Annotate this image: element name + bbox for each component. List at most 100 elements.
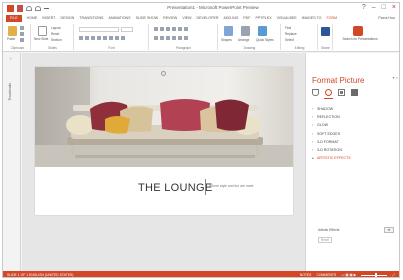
tab-home[interactable]: HOME [27, 15, 38, 22]
size-properties-icon[interactable] [338, 89, 345, 96]
shapes-icon[interactable] [224, 26, 233, 36]
arrange-button-label[interactable]: Arrange [238, 38, 249, 42]
comments-button[interactable]: COMMENTS [316, 273, 336, 277]
fit-slide-icon[interactable]: ⤢ [392, 273, 395, 277]
tab-pdf[interactable]: PDF [243, 15, 250, 22]
cut-icon[interactable] [20, 26, 24, 30]
search-presentations-icon[interactable] [353, 26, 363, 36]
section-button[interactable]: Section [51, 38, 62, 42]
tab-file[interactable]: FILE [6, 15, 22, 22]
font-color-icon[interactable] [121, 36, 125, 40]
bullets-icon[interactable] [154, 27, 158, 31]
align-right-icon[interactable] [166, 36, 170, 40]
lounge-photo[interactable] [35, 67, 293, 167]
section-3d-rotation[interactable]: › 3-D ROTATION [312, 146, 398, 154]
increase-indent-icon[interactable] [172, 27, 176, 31]
align-left-icon[interactable] [154, 36, 158, 40]
reset-button[interactable]: Reset [318, 237, 332, 243]
customize-toolbar-icon[interactable] [44, 8, 49, 11]
share-group-label: Share [321, 46, 330, 50]
tab-slide-show[interactable]: SLIDE SHOW [136, 15, 159, 22]
expand-thumbnails-icon[interactable]: › [10, 56, 12, 62]
view-buttons[interactable]: ▭ ▦ ▣ ▶ [341, 273, 356, 277]
tab-review[interactable]: REVIEW [163, 15, 177, 22]
line-spacing-icon[interactable] [178, 27, 182, 31]
tab-images-to[interactable]: IMAGES TO [302, 15, 322, 22]
help-icon[interactable]: ? [362, 4, 366, 12]
section-reflection[interactable]: › REFLECTION [312, 113, 398, 121]
undo-icon[interactable] [26, 6, 32, 11]
section-glow[interactable]: › GLOW [312, 121, 398, 129]
save-icon[interactable] [17, 5, 23, 12]
artistic-effects-dropdown[interactable]: ▾ [384, 227, 394, 233]
section-label: SHADOW [317, 107, 334, 111]
text-direction-icon[interactable] [184, 27, 188, 31]
align-center-icon[interactable] [160, 36, 164, 40]
justify-icon[interactable] [172, 36, 176, 40]
numbering-icon[interactable] [160, 27, 164, 31]
slide-subtitle[interactable]: Where style and fun are meet [209, 184, 253, 188]
clipboard-group-label: Clipboard [10, 46, 25, 50]
tab-visualbee[interactable]: VISUALBEE [277, 15, 297, 22]
pane-close-icon[interactable]: ▾ × [393, 75, 398, 80]
tab-format[interactable]: FORM [326, 15, 337, 22]
find-button[interactable]: Find [285, 26, 291, 30]
copy-icon[interactable] [20, 32, 24, 36]
strikethrough-icon[interactable] [97, 36, 101, 40]
section-shadow[interactable]: › SHADOW [312, 105, 398, 113]
slides-group: New Slide Layout Reset Section Slides [32, 24, 74, 50]
share-icon[interactable] [321, 27, 330, 36]
tab-add-ins[interactable]: ADD-INS [224, 15, 239, 22]
layout-button[interactable]: Layout [51, 26, 61, 30]
quick-styles-button-label[interactable]: Quick Styles [256, 38, 274, 42]
columns-icon[interactable] [178, 36, 182, 40]
reset-button[interactable]: Reset [51, 32, 59, 36]
redo-icon[interactable] [35, 6, 41, 11]
tab-view[interactable]: VIEW [182, 15, 191, 22]
minimize-icon[interactable]: – [372, 4, 376, 12]
slide-canvas[interactable]: THE LOUNGE Where style and fun are meet [35, 67, 293, 215]
picture-icon[interactable] [351, 89, 358, 96]
notes-button[interactable]: NOTES [300, 273, 312, 277]
italic-icon[interactable] [85, 36, 89, 40]
replace-button[interactable]: Replace [285, 32, 297, 36]
tab-developer[interactable]: DEVELOPER [197, 15, 219, 22]
select-button[interactable]: Select [285, 38, 294, 42]
section-3d-format[interactable]: › 3-D FORMAT [312, 138, 398, 146]
paste-icon[interactable] [8, 26, 17, 36]
tab-design[interactable]: DESIGN [61, 15, 75, 22]
tab-animations[interactable]: ANIMATIONS [108, 15, 130, 22]
slide-title[interactable]: THE LOUNGE [138, 182, 213, 194]
shapes-button-label[interactable]: Shapes [221, 38, 232, 42]
format-painter-icon[interactable] [20, 38, 24, 42]
close-icon[interactable]: × [392, 4, 396, 12]
change-case-icon[interactable] [115, 36, 119, 40]
rotate-handle[interactable] [161, 71, 166, 76]
shadow-icon[interactable] [103, 36, 107, 40]
underline-icon[interactable] [91, 36, 95, 40]
effects-icon[interactable] [325, 89, 332, 96]
new-slide-icon[interactable] [38, 26, 47, 36]
new-slide-button-label[interactable]: New Slide [34, 37, 48, 41]
bold-icon[interactable] [79, 36, 83, 40]
arrange-icon[interactable] [241, 26, 250, 36]
zoom-slider[interactable] [361, 272, 388, 277]
fill-line-icon[interactable] [312, 89, 319, 96]
section-artistic-effects[interactable]: ▴ ARTISTIC EFFECTS [312, 154, 398, 162]
tab-pptplex[interactable]: PPTPLEX [255, 15, 271, 22]
search-presentations-button[interactable]: Search for Presentations [340, 37, 380, 42]
user-account[interactable]: Fiona Hou [378, 15, 395, 22]
align-text-icon[interactable] [184, 36, 188, 40]
slide-status: SLIDE 1 OF 1 ENGLISH (UNITED STATES) [7, 273, 74, 277]
thumbnails-label[interactable]: Thumbnails [8, 83, 12, 101]
maximize-icon[interactable]: □ [382, 4, 386, 12]
tab-transitions[interactable]: TRANSITIONS [79, 15, 103, 22]
section-soft-edges[interactable]: › SOFT EDGES [312, 130, 398, 138]
decrease-indent-icon[interactable] [166, 27, 170, 31]
paste-button-label[interactable]: Paste [7, 37, 15, 41]
font-name-dropdown[interactable] [79, 27, 119, 32]
quick-styles-icon[interactable] [258, 26, 267, 36]
font-size-dropdown[interactable] [121, 27, 133, 32]
character-spacing-icon[interactable] [109, 36, 113, 40]
tab-insert[interactable]: INSERT [42, 15, 55, 22]
